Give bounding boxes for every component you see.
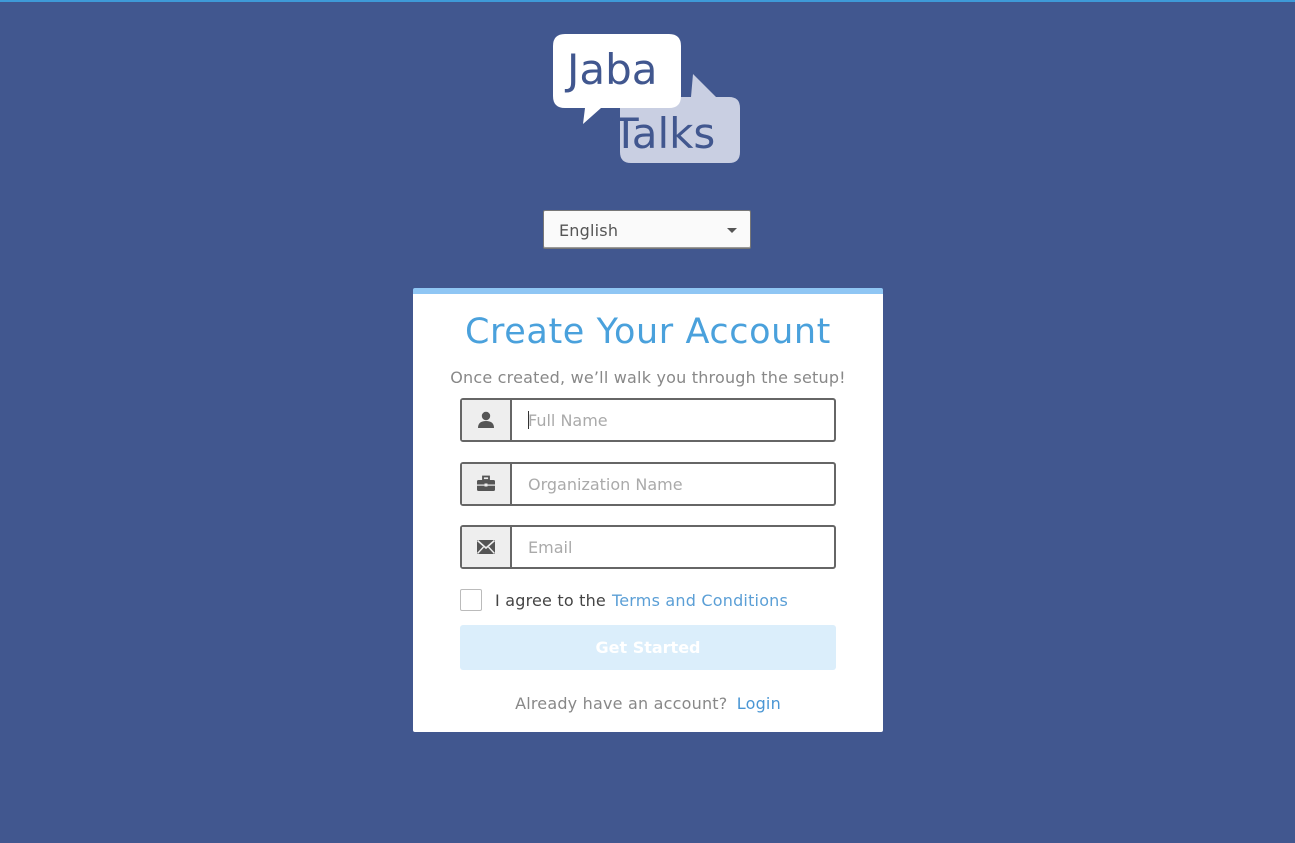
card-subtitle: Once created, we’ll walk you through the… <box>450 368 846 387</box>
full-name-field <box>460 398 836 442</box>
email-field <box>460 525 836 569</box>
organization-field <box>460 462 836 506</box>
card-title: Create Your Account <box>465 312 831 352</box>
language-select[interactable]: English <box>543 210 751 249</box>
logo-text-talks: Talks <box>612 109 715 158</box>
language-selected-value: English <box>559 221 619 240</box>
signup-card: Create Your Account Once created, we’ll … <box>413 288 883 732</box>
email-input[interactable] <box>512 527 834 567</box>
full-name-input[interactable] <box>512 400 834 440</box>
terms-agreement: I agree to the Terms and Conditions <box>460 588 788 612</box>
text-cursor <box>528 411 529 429</box>
top-accent-line <box>0 0 1295 2</box>
terms-checkbox[interactable] <box>460 589 482 611</box>
logo-text-jaba: Jaba <box>564 45 658 94</box>
envelope-icon <box>462 527 512 567</box>
jabatalks-logo: Jaba Talks <box>553 34 743 166</box>
organization-input[interactable] <box>512 464 834 504</box>
terms-link[interactable]: Terms and Conditions <box>612 591 788 610</box>
briefcase-icon <box>462 464 512 504</box>
get-started-button[interactable]: Get Started <box>460 625 836 670</box>
chevron-down-icon <box>727 228 737 233</box>
user-icon <box>462 400 512 440</box>
agree-label: I agree to the <box>495 590 606 610</box>
login-row: Already have an account? Login <box>413 694 883 713</box>
login-link[interactable]: Login <box>737 694 781 713</box>
login-prompt: Already have an account? <box>515 694 728 713</box>
